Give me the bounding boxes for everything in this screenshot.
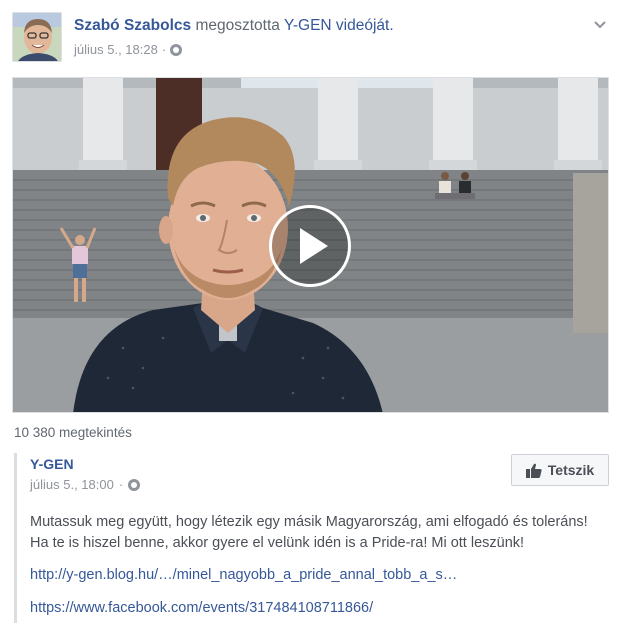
- thumbs-up-icon: [525, 463, 542, 478]
- object-link[interactable]: videóját.: [336, 17, 394, 34]
- action-text: megosztotta: [195, 17, 280, 34]
- avatar[interactable]: [12, 12, 62, 62]
- meta-separator: ·: [118, 477, 124, 492]
- like-page-button[interactable]: Tetszik: [511, 454, 609, 486]
- chevron-down-icon[interactable]: [593, 18, 607, 32]
- shared-post: Y-GEN július 5., 18:00 · Tetszik Mutassu…: [14, 453, 609, 623]
- meta-separator: ·: [161, 42, 167, 57]
- shared-page-link[interactable]: Y-GEN: [30, 456, 74, 472]
- blog-link[interactable]: http://y-gen.blog.hu/…/minel_nagyobb_a_p…: [30, 567, 457, 583]
- shared-timestamp[interactable]: július 5., 18:00: [30, 477, 114, 492]
- play-button[interactable]: [269, 205, 351, 287]
- view-count: 10 380 megtekintés: [14, 425, 132, 440]
- page-link[interactable]: Y-GEN: [284, 17, 332, 34]
- post-meta: július 5., 18:28 ·: [74, 42, 183, 57]
- shared-post-text: Mutassuk meg együtt, hogy létezik egy má…: [30, 514, 588, 551]
- video-player[interactable]: [12, 77, 609, 413]
- event-link[interactable]: https://www.facebook.com/events/31748410…: [30, 600, 373, 616]
- globe-icon[interactable]: [128, 478, 141, 491]
- globe-icon[interactable]: [170, 43, 183, 56]
- post-timestamp[interactable]: július 5., 18:28: [74, 42, 158, 57]
- like-label: Tetszik: [547, 462, 595, 478]
- post-byline: Szabó Szabolcs megosztotta Y-GEN videójá…: [74, 16, 394, 36]
- post-header: Szabó Szabolcs megosztotta Y-GEN videójá…: [12, 12, 609, 64]
- shared-meta: július 5., 18:00 ·: [30, 477, 141, 492]
- play-icon: [300, 228, 328, 264]
- author-link[interactable]: Szabó Szabolcs: [74, 17, 191, 34]
